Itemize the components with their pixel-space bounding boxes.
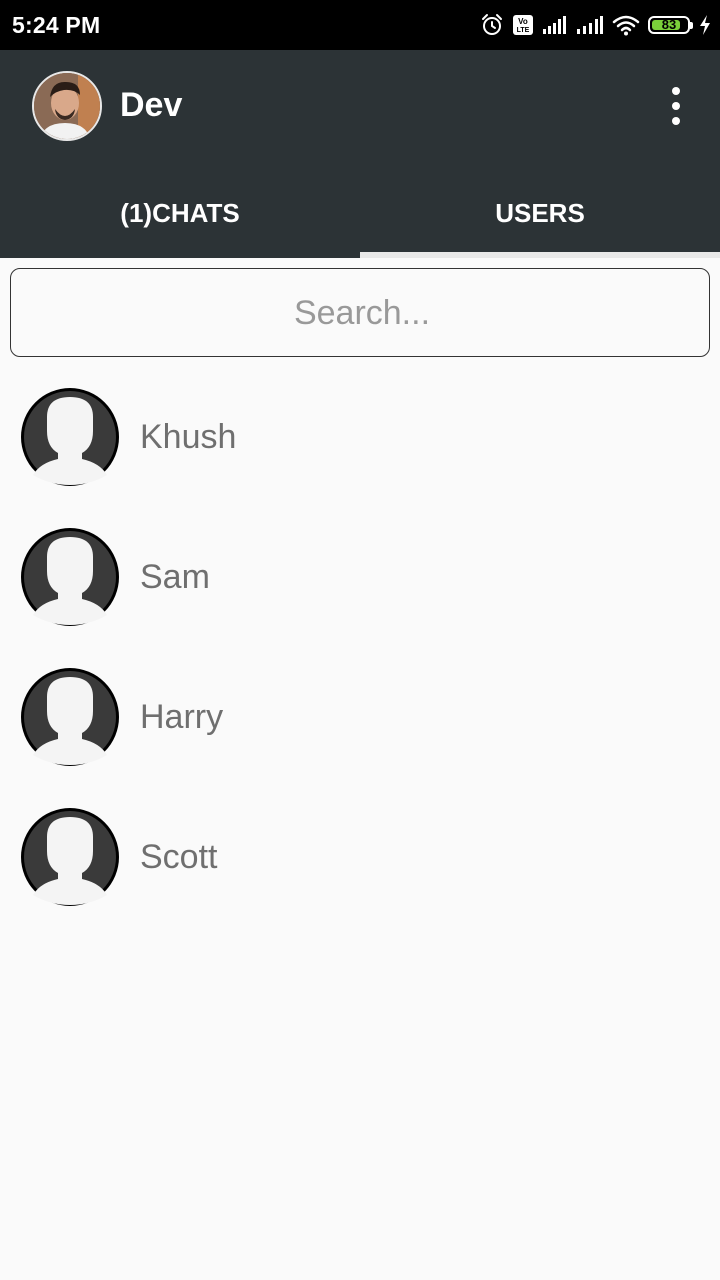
- tab-chats[interactable]: (1)CHATS: [0, 168, 360, 258]
- status-bar: 5:24 PM Vo LTE 83: [0, 0, 720, 50]
- battery-level: 83: [661, 17, 677, 32]
- user-list: Khush Sam Harry Scott: [0, 367, 720, 927]
- tab-indicator: [360, 252, 720, 258]
- more-vert-icon[interactable]: [658, 86, 694, 126]
- tab-bar: (1)CHATS USERS: [0, 168, 720, 258]
- default-avatar-icon: [21, 808, 119, 906]
- signal-icon: [542, 15, 568, 35]
- charging-icon: [698, 14, 712, 36]
- profile-photo: [34, 73, 100, 139]
- app-bar: Dev (1)CHATS USERS: [0, 50, 720, 258]
- app-title: Dev: [120, 86, 183, 124]
- signal-icon-2: [576, 15, 604, 35]
- user-name: Scott: [140, 838, 218, 876]
- user-name: Sam: [140, 558, 210, 596]
- default-avatar-icon: [21, 668, 119, 766]
- search-box: [10, 268, 713, 358]
- default-avatar-icon: [21, 528, 119, 626]
- list-item[interactable]: Sam: [0, 507, 720, 647]
- status-time: 5:24 PM: [12, 12, 101, 38]
- list-item[interactable]: Khush: [0, 367, 720, 507]
- svg-text:LTE: LTE: [517, 27, 530, 34]
- user-name: Harry: [140, 698, 224, 736]
- search-input[interactable]: [11, 269, 713, 358]
- list-item[interactable]: Scott: [0, 787, 720, 927]
- user-name: Khush: [140, 418, 237, 456]
- profile-avatar[interactable]: [32, 71, 102, 141]
- svg-text:Vo: Vo: [518, 17, 528, 26]
- wifi-icon: [612, 14, 640, 36]
- status-icons: Vo LTE 83: [480, 10, 712, 40]
- battery-icon: 83: [648, 16, 693, 34]
- tab-users[interactable]: USERS: [360, 168, 720, 258]
- default-avatar-icon: [21, 388, 119, 486]
- alarm-icon: [480, 13, 504, 37]
- volte-icon: Vo LTE: [512, 14, 534, 36]
- list-item[interactable]: Harry: [0, 647, 720, 787]
